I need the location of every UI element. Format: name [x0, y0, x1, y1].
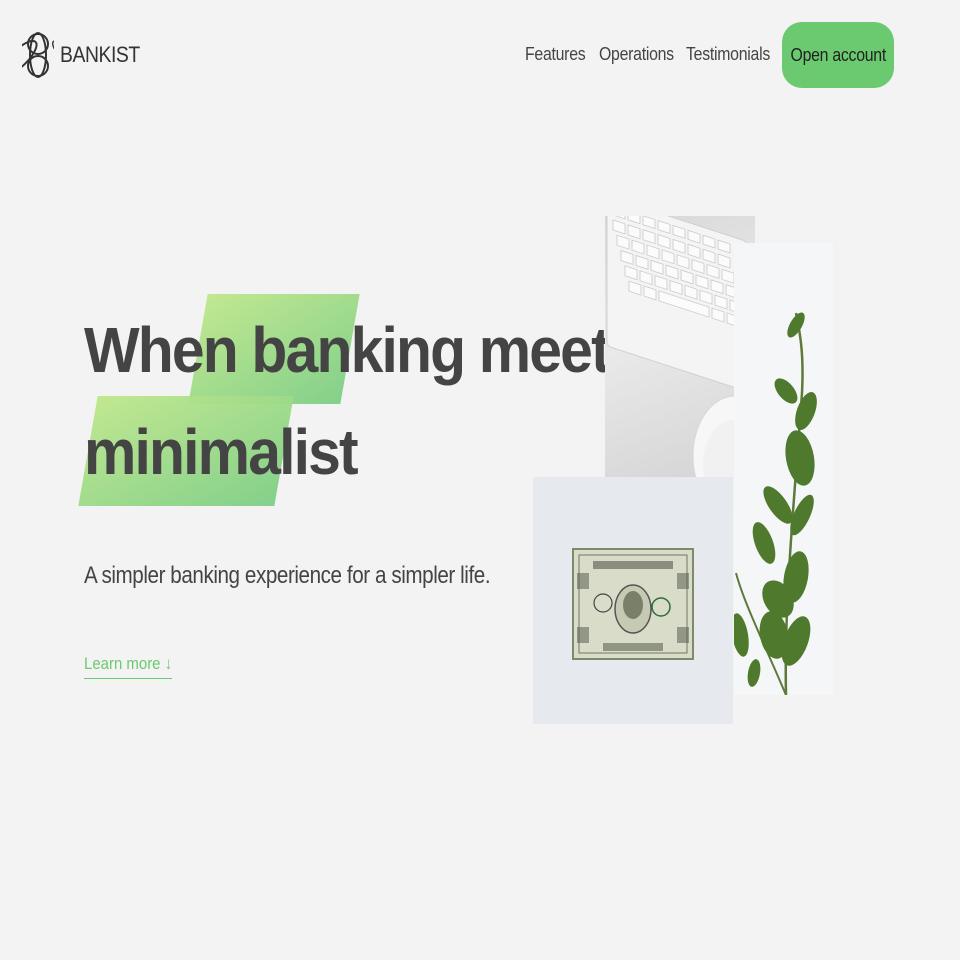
- title-pre: When: [84, 314, 252, 386]
- hero-title-line2: minimalist: [84, 416, 359, 488]
- top-navigation: BANKIST Features Operations Testimonials…: [0, 0, 960, 110]
- brand-name: BANKIST: [60, 42, 140, 67]
- hero-title-line1: When banking meets: [84, 318, 642, 382]
- title-highlight-word: banking: [251, 314, 466, 386]
- open-account-button[interactable]: Open account: [782, 22, 894, 88]
- bankist-logo-icon[interactable]: [2, 24, 78, 86]
- nav-link-testimonials[interactable]: Testimonials: [686, 44, 770, 65]
- nav-link-operations[interactable]: Operations: [599, 44, 674, 65]
- learn-more-link[interactable]: Learn more ↓: [84, 654, 173, 679]
- open-account-label: Open account: [790, 44, 886, 65]
- nav-link-features[interactable]: Features: [525, 44, 586, 65]
- hero-subtitle: A simpler banking experience for a simpl…: [84, 562, 491, 589]
- keyboard-mouse-image: [605, 216, 755, 513]
- dollar-bill-image: [533, 477, 733, 724]
- eucalyptus-plant-image: [734, 243, 833, 695]
